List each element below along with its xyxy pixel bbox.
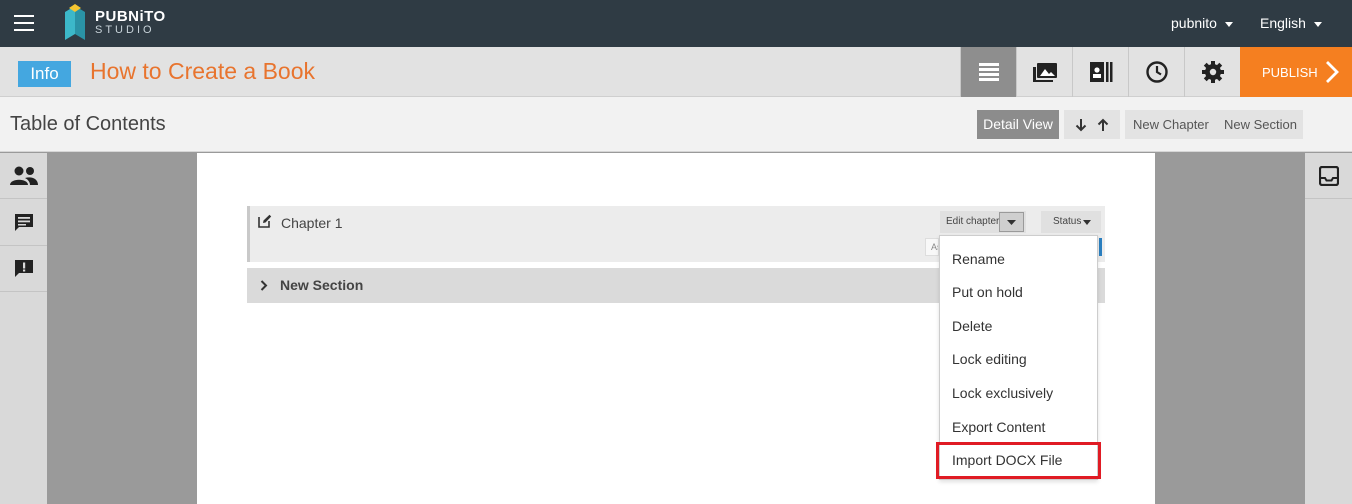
menu-item-lock-editing[interactable]: Lock editing [952,351,1027,367]
logo-subtext: STUDIO [95,24,155,36]
detail-view-button[interactable]: Detail View [977,110,1059,139]
images-icon [1032,63,1057,82]
publish-button[interactable]: PUBLISH [1240,47,1352,97]
library-button[interactable] [1072,47,1128,97]
title-bar: Info How to Create a Book PUBLISH [0,47,1352,97]
hamburger-menu-icon[interactable] [14,15,34,31]
library-icon [1089,62,1112,82]
chevron-down-icon [1224,21,1233,27]
user-menu[interactable]: pubnito [1171,15,1233,31]
info-button[interactable]: Info [18,61,71,87]
assign-field[interactable]: As [925,238,939,256]
menu-item-lock-exclusively[interactable]: Lock exclusively [952,385,1053,401]
settings-button[interactable] [1184,47,1240,97]
add-buttons: New Chapter New Section [1125,110,1303,139]
comment-icon [14,213,33,231]
right-sidebar [1305,153,1352,504]
sidebar-item-inbox[interactable] [1305,153,1352,199]
caret-down-icon [1083,220,1091,225]
settings-icon [1201,61,1224,83]
arrow-down-icon[interactable] [1075,118,1087,132]
page-title: Table of Contents [10,113,166,135]
menu-item-delete[interactable]: Delete [952,318,992,334]
edit-icon[interactable] [258,214,272,228]
move-buttons [1064,110,1120,139]
section-title[interactable]: New Section [280,277,363,293]
chevron-down-icon [1313,21,1322,27]
caret-down-icon [1007,220,1016,225]
status-button[interactable]: Status [1041,211,1101,233]
media-button[interactable] [1016,47,1072,97]
menu-item-put-on-hold[interactable]: Put on hold [952,284,1023,300]
top-bar: PUBNiTO STUDIO pubnito English [0,0,1352,47]
menu-item-export-content[interactable]: Export Content [952,419,1045,435]
history-button[interactable] [1128,47,1184,97]
user-menu-label: pubnito [1171,15,1217,31]
inbox-icon [1318,165,1339,186]
logo-text: PUBNiTO [95,8,166,25]
action-button-edge[interactable] [1099,238,1102,256]
arrow-up-icon[interactable] [1097,118,1109,132]
publish-label: PUBLISH [1262,65,1318,80]
edit-chapter-label: Edit chapter [946,216,1000,227]
sidebar-item-users[interactable] [0,153,47,199]
status-label: Status [1053,216,1082,227]
list-icon [978,63,999,81]
highlight-annotation [936,442,1101,479]
menu-item-rename[interactable]: Rename [952,251,1005,267]
history-icon [1145,61,1168,83]
feedback-icon [14,259,33,277]
logo-icon [65,4,85,40]
new-chapter-button[interactable]: New Chapter [1133,117,1209,132]
toc-view-button[interactable] [960,47,1016,97]
new-section-button[interactable]: New Section [1224,117,1297,132]
users-icon [9,166,38,185]
chevron-right-icon[interactable] [260,280,268,291]
book-title: How to Create a Book [90,58,316,84]
language-menu[interactable]: English [1260,15,1322,31]
left-sidebar [0,153,47,504]
toc-toolbar: Table of Contents Detail View New Chapte… [0,97,1352,152]
edit-chapter-dropdown-toggle[interactable] [999,212,1024,232]
chevron-right-icon [1326,61,1339,83]
edit-chapter-button[interactable]: Edit chapter [940,211,1026,233]
chapter-title[interactable]: Chapter 1 [281,215,342,231]
language-menu-label: English [1260,15,1306,31]
sidebar-item-comments[interactable] [0,200,47,246]
sidebar-item-feedback[interactable] [0,246,47,292]
